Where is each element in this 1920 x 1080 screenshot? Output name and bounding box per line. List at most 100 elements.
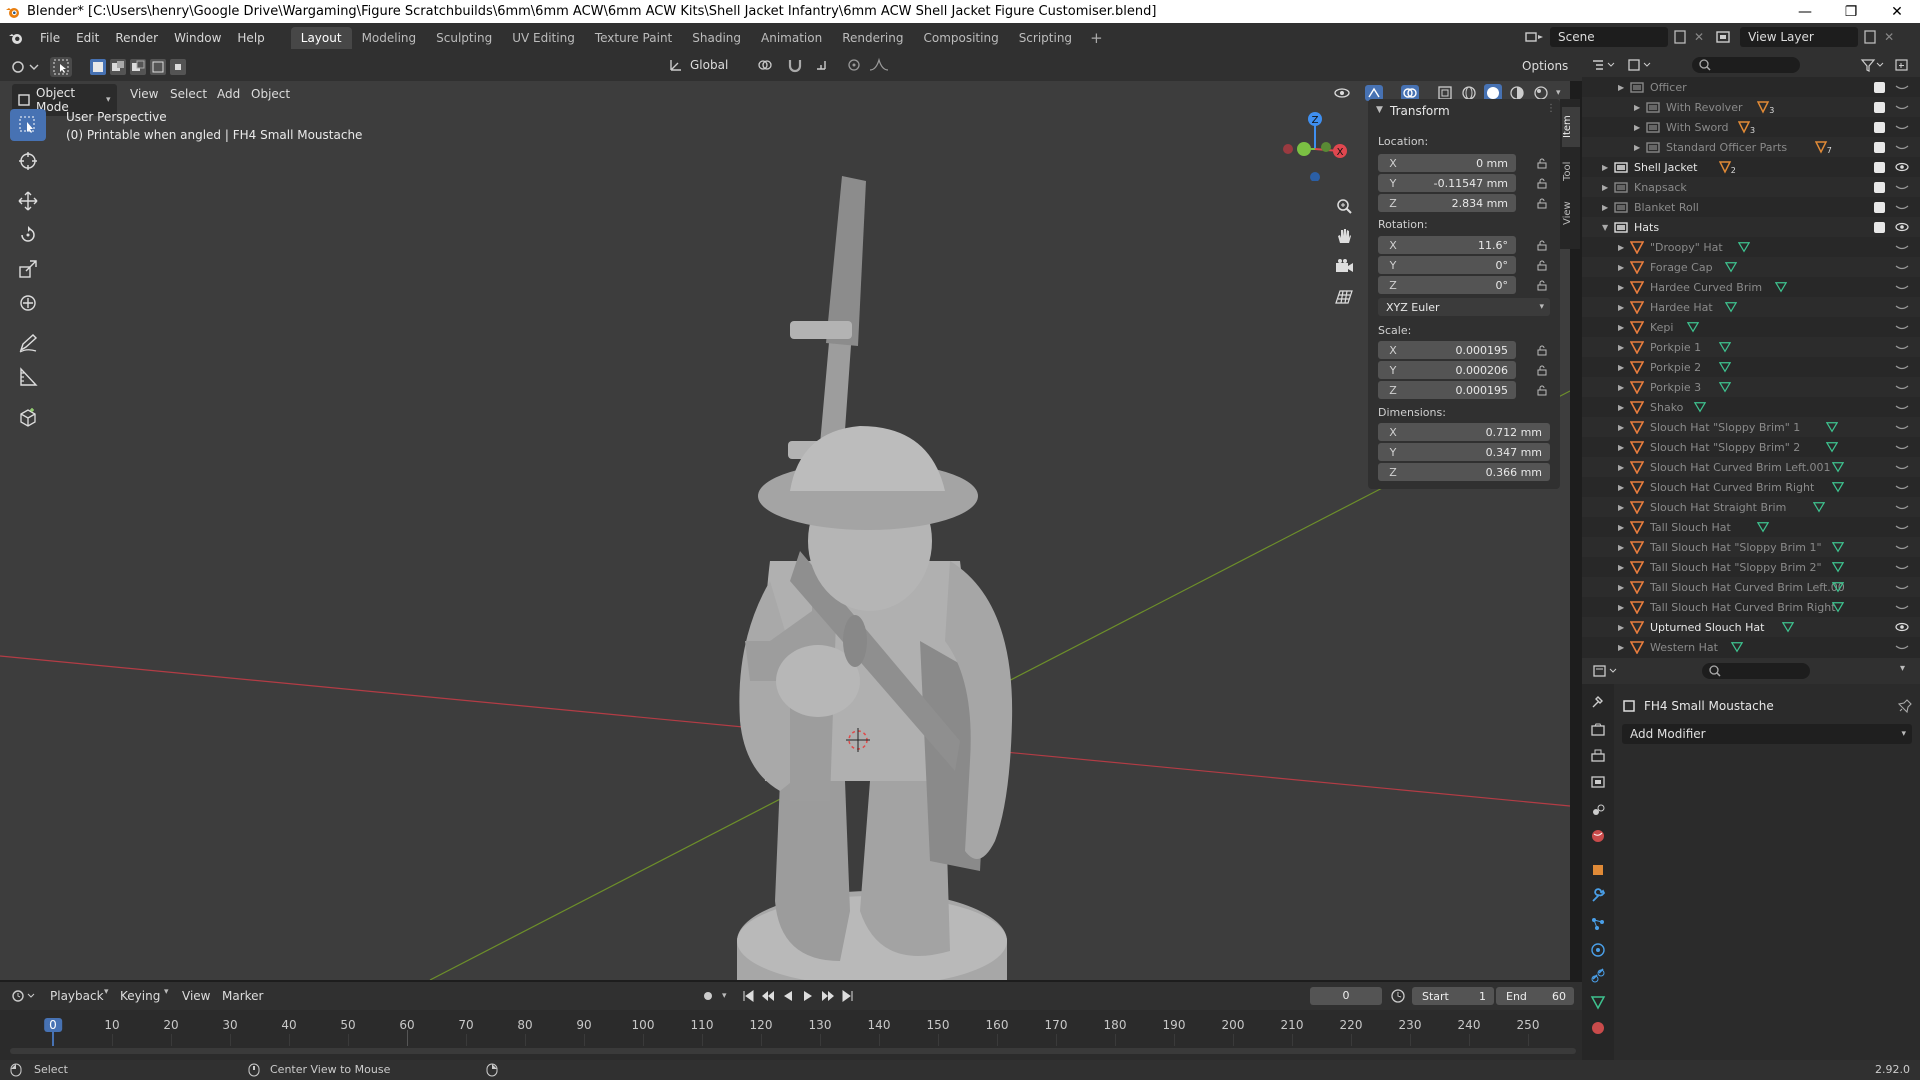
- jump-end-icon[interactable]: [841, 989, 855, 1003]
- marker-menu[interactable]: Marker: [222, 989, 263, 1003]
- lock-icon[interactable]: [1536, 344, 1548, 356]
- expand-closed-icon[interactable]: ▶: [1618, 403, 1624, 412]
- prev-keyframe-icon[interactable]: [761, 989, 775, 1003]
- outliner-row[interactable]: ▶ Porkpie 1: [1582, 337, 1920, 357]
- tab-compositing[interactable]: Compositing: [913, 27, 1008, 49]
- lock-icon[interactable]: [1536, 157, 1548, 169]
- lock-icon[interactable]: [1536, 384, 1548, 396]
- expand-open-icon[interactable]: ▼: [1602, 223, 1608, 232]
- view-layer-field[interactable]: View Layer: [1740, 27, 1859, 47]
- lock-icon[interactable]: [1536, 197, 1548, 209]
- transform-orientation-icon[interactable]: [668, 57, 684, 73]
- menu-edit[interactable]: Edit: [68, 31, 107, 45]
- filter-icon[interactable]: [1860, 57, 1886, 73]
- figure-model[interactable]: [737, 176, 1013, 980]
- play-reverse-icon[interactable]: [781, 989, 795, 1003]
- outliner-row[interactable]: ▶ Kepi: [1582, 317, 1920, 337]
- delete-view-layer-icon[interactable]: ✕: [1884, 30, 1894, 44]
- rotation-z-field[interactable]: Z 0°: [1378, 276, 1516, 294]
- mesh-data-icon[interactable]: [1813, 501, 1826, 513]
- expand-closed-icon[interactable]: ▶: [1618, 363, 1624, 372]
- tab-shading[interactable]: Shading: [682, 27, 751, 49]
- editor-type-icon[interactable]: [10, 59, 42, 75]
- outliner-row[interactable]: ▶ Tall Slouch Hat "Sloppy Brim 2": [1582, 557, 1920, 577]
- outliner-row[interactable]: ▶ Upturned Slouch Hat: [1582, 617, 1920, 637]
- visibility-dropdown-icon[interactable]: [1332, 84, 1358, 102]
- expand-closed-icon[interactable]: ▶: [1618, 303, 1624, 312]
- eye-closed-icon[interactable]: [1895, 202, 1909, 212]
- navigation-gizmo[interactable]: Z X: [1275, 109, 1355, 181]
- eye-closed-icon[interactable]: [1895, 342, 1909, 352]
- mesh-data-icon[interactable]: [1825, 441, 1838, 453]
- eye-closed-icon[interactable]: [1895, 642, 1909, 652]
- add-workspace-button[interactable]: +: [1082, 29, 1111, 47]
- select-new-icon[interactable]: [88, 57, 108, 77]
- timeline-editor-type-icon[interactable]: [10, 988, 38, 1004]
- start-frame-field[interactable]: Start 1: [1412, 987, 1494, 1005]
- rotation-x-field[interactable]: X 11.6°: [1378, 236, 1516, 254]
- view-layer-tab-icon[interactable]: [1590, 774, 1606, 790]
- eye-closed-icon[interactable]: [1895, 422, 1909, 432]
- lock-icon[interactable]: [1536, 364, 1548, 376]
- eye-open-icon[interactable]: [1895, 162, 1909, 172]
- eye-closed-icon[interactable]: [1895, 542, 1909, 552]
- gizmo-y-axis[interactable]: [1297, 142, 1311, 156]
- expand-closed-icon[interactable]: ▶: [1618, 243, 1624, 252]
- lock-icon[interactable]: [1536, 259, 1548, 271]
- menu-window[interactable]: Window: [166, 31, 229, 45]
- dimensions-z-field[interactable]: Z 0.366 mm: [1378, 463, 1550, 481]
- expand-closed-icon[interactable]: ▶: [1618, 583, 1624, 592]
- add-menu[interactable]: Add: [217, 87, 240, 101]
- select-subtract-icon[interactable]: [128, 57, 148, 77]
- expand-closed-icon[interactable]: ▶: [1618, 323, 1624, 332]
- tab-uv-editing[interactable]: UV Editing: [502, 27, 585, 49]
- exclude-checkbox[interactable]: [1874, 181, 1885, 193]
- eye-closed-icon[interactable]: [1895, 402, 1909, 412]
- outliner-row[interactable]: ▶ Hardee Curved Brim: [1582, 277, 1920, 297]
- pivot-point-icon[interactable]: [756, 57, 780, 73]
- eye-open-icon[interactable]: [1895, 622, 1909, 632]
- mesh-data-icon[interactable]: [1832, 481, 1844, 493]
- location-z-field[interactable]: Z 2.834 mm: [1378, 194, 1516, 212]
- world-tab-icon[interactable]: [1590, 828, 1606, 844]
- expand-closed-icon[interactable]: ▶: [1618, 443, 1624, 452]
- modifier-wrench-icon[interactable]: [1590, 888, 1606, 904]
- tool-add-cube[interactable]: [10, 401, 46, 433]
- mesh-data-icon[interactable]: [1756, 521, 1769, 533]
- expand-closed-icon[interactable]: ▶: [1618, 603, 1624, 612]
- options-dropdown[interactable]: Options: [1522, 59, 1568, 73]
- eye-closed-icon[interactable]: [1895, 562, 1909, 572]
- lock-icon[interactable]: [1536, 177, 1548, 189]
- timeline-view-menu[interactable]: View: [182, 989, 210, 1003]
- orientation-dropdown[interactable]: Global: [690, 58, 750, 72]
- outliner-row[interactable]: ▶ Standard Officer Parts 7: [1582, 137, 1920, 157]
- mesh-data-icon[interactable]: [1825, 421, 1838, 433]
- tool-cursor[interactable]: [10, 145, 46, 177]
- expand-closed-icon[interactable]: ▶: [1618, 343, 1624, 352]
- ortho-grid-icon[interactable]: [1332, 285, 1356, 309]
- output-tab-icon[interactable]: [1590, 748, 1606, 764]
- outliner-row[interactable]: ▶ Tall Slouch Hat: [1582, 517, 1920, 537]
- add-modifier-dropdown[interactable]: Add Modifier ▾: [1622, 724, 1912, 744]
- particles-tab-icon[interactable]: [1590, 916, 1606, 932]
- object-data-mesh-icon[interactable]: [1590, 994, 1606, 1010]
- scale-z-field[interactable]: Z 0.000195: [1378, 381, 1516, 399]
- timeline-scrollbar[interactable]: [10, 1048, 1576, 1054]
- minimize-button[interactable]: —: [1782, 0, 1828, 23]
- expand-closed-icon[interactable]: ▶: [1618, 263, 1624, 272]
- object-tab-icon[interactable]: [1590, 862, 1606, 878]
- eye-closed-icon[interactable]: [1895, 362, 1909, 372]
- close-button[interactable]: ✕: [1874, 0, 1920, 23]
- play-icon[interactable]: [801, 989, 815, 1003]
- outliner-row[interactable]: ▶ Shell Jacket 2: [1582, 157, 1920, 177]
- tab-scripting[interactable]: Scripting: [1009, 27, 1082, 49]
- mesh-data-icon[interactable]: [1725, 301, 1737, 313]
- gizmo-neg-x[interactable]: [1283, 144, 1293, 154]
- tab-item[interactable]: Item: [1562, 107, 1580, 147]
- pan-hand-icon[interactable]: [1332, 225, 1356, 249]
- delete-scene-icon[interactable]: ✕: [1694, 30, 1704, 44]
- tab-tool[interactable]: Tool: [1562, 153, 1580, 189]
- tool-transform[interactable]: [10, 287, 46, 319]
- expand-closed-icon[interactable]: ▶: [1634, 143, 1640, 152]
- eye-closed-icon[interactable]: [1895, 502, 1909, 512]
